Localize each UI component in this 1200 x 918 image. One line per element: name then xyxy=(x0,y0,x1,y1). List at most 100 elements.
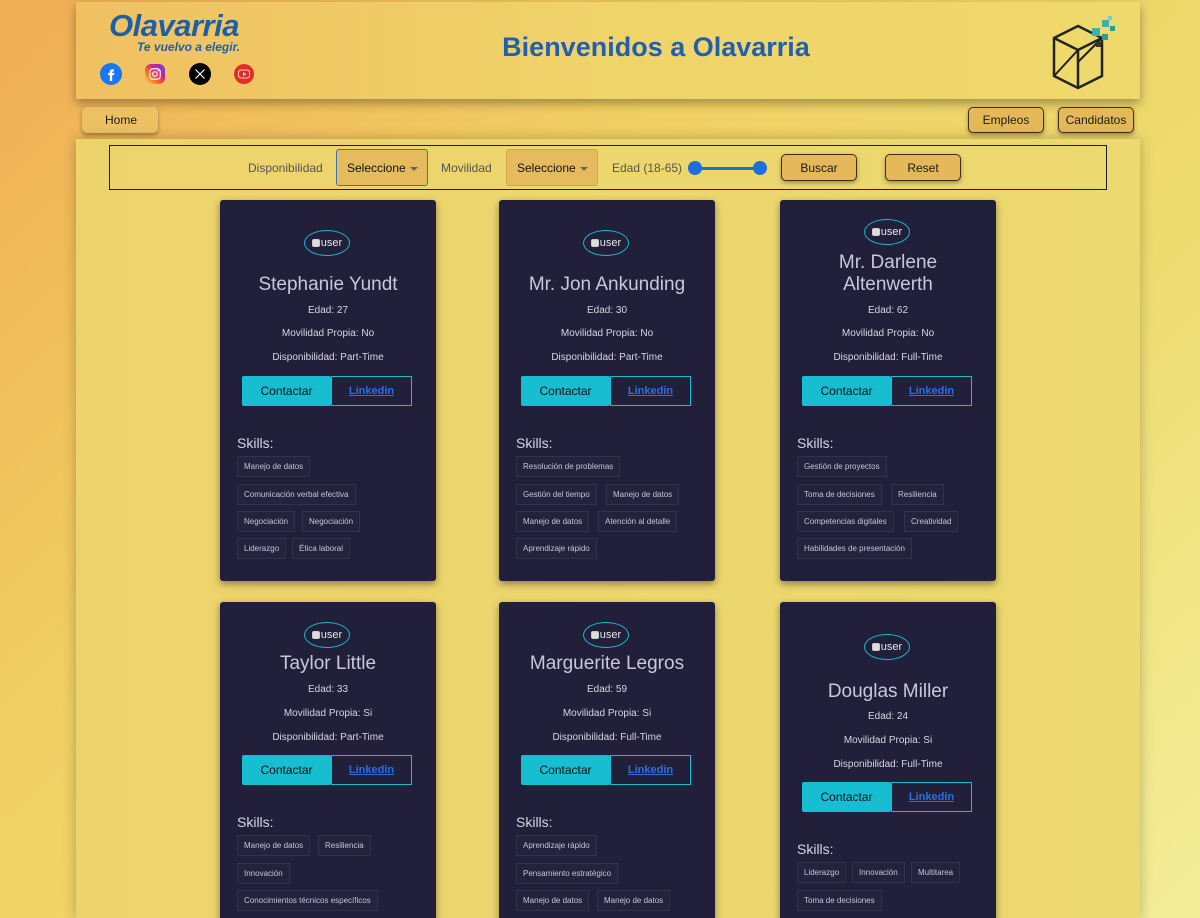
candidate-disponibilidad: Disponibilidad: Full-Time xyxy=(552,732,662,743)
skill-chip: Habilidades de presentación xyxy=(797,538,912,559)
contactar-button[interactable]: Contactar xyxy=(242,376,331,406)
candidate-movilidad: Movilidad Propia: No xyxy=(560,328,654,339)
main-content: Disponibilidad Seleccione Movilidad Sele… xyxy=(76,139,1140,918)
page-title: Bienvenidos a Olavarria xyxy=(502,32,810,62)
movilidad-label: Movilidad xyxy=(441,161,492,175)
candidate-edad: Edad: 24 xyxy=(867,711,909,722)
skill-chip: Competencias digitales xyxy=(797,511,894,532)
skill-chip: Innovación xyxy=(237,863,290,884)
contactar-button[interactable]: Contactar xyxy=(521,376,610,406)
candidate-edad: Edad: 62 xyxy=(867,305,909,316)
skill-chip: Ética laboral xyxy=(292,538,351,559)
skill-chip: Toma de decisiones xyxy=(797,484,882,505)
skill-chip: Aprendizaje rápido xyxy=(516,835,597,856)
x-icon[interactable] xyxy=(189,63,211,85)
edad-slider-max-thumb[interactable] xyxy=(753,161,767,175)
skill-chip: Gestión del tiempo xyxy=(516,484,597,505)
candidate-name: Taylor Little xyxy=(279,653,377,674)
youtube-icon[interactable] xyxy=(234,64,254,84)
skill-chip: Manejo de datos xyxy=(237,835,311,856)
page: Olavarria Te vuelvo a elegir. Bienvenido… xyxy=(76,0,1140,918)
movilidad-select[interactable]: Seleccione xyxy=(506,149,598,186)
skill-chip: Negociación xyxy=(302,511,361,532)
candidate-movilidad: Movilidad Propia: No xyxy=(841,328,935,339)
filter-bar: Disponibilidad Seleccione Movilidad Sele… xyxy=(109,145,1107,190)
avatar: user xyxy=(304,622,350,648)
instagram-icon[interactable] xyxy=(145,64,165,84)
candidate-edad: Edad: 27 xyxy=(307,305,349,316)
candidate-name: Stephanie Yundt xyxy=(258,274,398,295)
skill-chip: Manejo de datos xyxy=(597,890,671,911)
candidate-movilidad: Movilidad Propia: No xyxy=(281,328,375,339)
movilidad-select-value: Seleccione xyxy=(517,160,576,175)
linkedin-link[interactable]: Linkedin xyxy=(610,376,691,406)
skill-chip: Atención al detalle xyxy=(598,511,678,532)
skill-chip: Resiliencia xyxy=(891,484,944,505)
chevron-down-icon xyxy=(410,167,418,171)
skill-chip: Conocimientos técnicos específicos xyxy=(237,890,378,911)
skill-chip: Aprendizaje rápido xyxy=(516,538,597,559)
skill-chip: Liderazgo xyxy=(237,538,287,559)
candidate-movilidad: Movilidad Propia: Si xyxy=(843,735,933,746)
edad-slider-track[interactable] xyxy=(694,167,762,170)
skills-title: Skills: xyxy=(237,435,274,451)
disponibilidad-select-value: Seleccione xyxy=(347,160,406,175)
candidate-disponibilidad: Disponibilidad: Part-Time xyxy=(272,352,384,363)
candidate-edad: Edad: 33 xyxy=(307,684,349,695)
facebook-icon[interactable] xyxy=(100,63,122,85)
skill-chip: Multitarea xyxy=(911,862,961,883)
skill-chip: Gestión de proyectos xyxy=(797,456,887,477)
linkedin-link[interactable]: Linkedin xyxy=(891,376,972,406)
edad-label: Edad (18-65) xyxy=(612,161,683,175)
home-button[interactable]: Home xyxy=(82,107,158,133)
candidate-name: Mr. Darlene Altenwerth xyxy=(838,252,938,295)
candidate-edad: Edad: 59 xyxy=(586,684,628,695)
skill-chip: Pensamiento estratégico xyxy=(516,863,619,884)
avatar: user xyxy=(304,230,350,256)
avatar: user xyxy=(583,622,629,648)
contactar-button[interactable]: Contactar xyxy=(521,755,610,785)
chevron-down-icon xyxy=(580,167,588,171)
candidatos-button[interactable]: Candidatos xyxy=(1058,107,1134,133)
avatar: user xyxy=(864,634,910,660)
skills-title: Skills: xyxy=(797,841,834,857)
linkedin-link[interactable]: Linkedin xyxy=(610,755,691,785)
skill-chip: Negociación xyxy=(237,511,296,532)
contactar-button[interactable]: Contactar xyxy=(802,782,891,812)
skills-title: Skills: xyxy=(797,435,834,451)
candidate-disponibilidad: Disponibilidad: Part-Time xyxy=(551,352,663,363)
candidate-name: Mr. Jon Ankunding xyxy=(528,274,686,295)
skill-chip: Resiliencia xyxy=(318,835,371,856)
disponibilidad-label: Disponibilidad xyxy=(248,161,323,175)
navbar: Home Empleos Candidatos xyxy=(76,100,1140,138)
avatar: user xyxy=(583,230,629,256)
reset-button[interactable]: Reset xyxy=(885,154,961,181)
skill-chip: Toma de decisiones xyxy=(797,890,882,911)
candidate-movilidad: Movilidad Propia: Si xyxy=(283,708,373,719)
candidate-disponibilidad: Disponibilidad: Part-Time xyxy=(272,732,384,743)
candidate-card: user Stephanie Yundt Edad: 27 Movilidad … xyxy=(220,200,436,581)
candidate-card: user Mr. Darlene Altenwerth Edad: 62 Mov… xyxy=(780,200,996,581)
header: Olavarria Te vuelvo a elegir. Bienvenido… xyxy=(76,2,1140,99)
candidate-disponibilidad: Disponibilidad: Full-Time xyxy=(833,759,943,770)
buscar-button[interactable]: Buscar xyxy=(781,154,857,181)
skill-chip: Manejo de datos xyxy=(516,890,590,911)
skill-chip: Creatividad xyxy=(904,511,959,532)
candidate-card: user Taylor Little Edad: 33 Movilidad Pr… xyxy=(220,602,436,918)
candidate-name: Marguerite Legros xyxy=(529,653,685,674)
edad-slider-min-thumb[interactable] xyxy=(688,161,702,175)
skills-title: Skills: xyxy=(516,435,553,451)
candidate-card: user Marguerite Legros Edad: 59 Movilida… xyxy=(499,602,715,918)
candidate-movilidad: Movilidad Propia: Si xyxy=(562,708,652,719)
candidate-card: user Douglas Miller Edad: 24 Movilidad P… xyxy=(780,602,996,918)
linkedin-link[interactable]: Linkedin xyxy=(331,376,412,406)
empleos-button[interactable]: Empleos xyxy=(968,107,1044,133)
candidate-card: user Mr. Jon Ankunding Edad: 30 Movilida… xyxy=(499,200,715,581)
skill-chip: Resolución de problemas xyxy=(516,456,621,477)
linkedin-link[interactable]: Linkedin xyxy=(331,755,412,785)
candidate-disponibilidad: Disponibilidad: Full-Time xyxy=(833,352,943,363)
contactar-button[interactable]: Contactar xyxy=(242,755,331,785)
linkedin-link[interactable]: Linkedin xyxy=(891,782,972,812)
disponibilidad-select[interactable]: Seleccione xyxy=(336,149,428,186)
contactar-button[interactable]: Contactar xyxy=(802,376,891,406)
